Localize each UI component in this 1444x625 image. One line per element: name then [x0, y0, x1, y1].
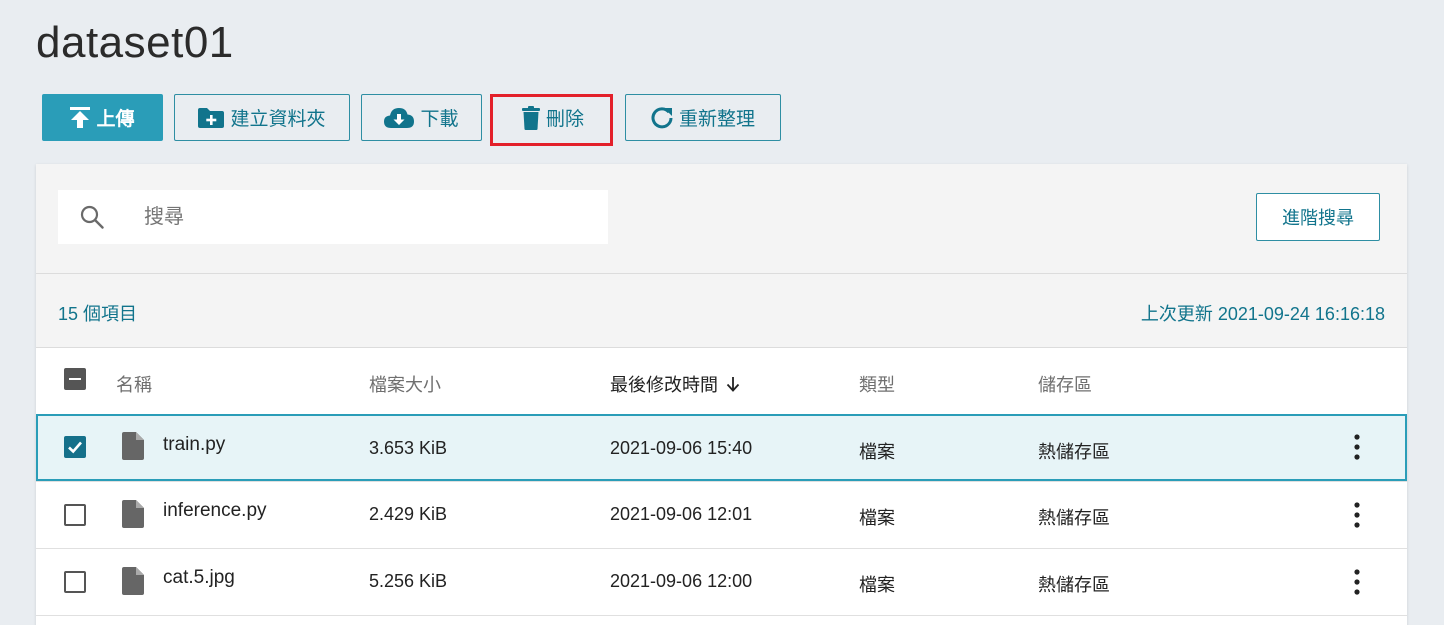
column-header-type[interactable]: 類型	[859, 371, 895, 397]
file-icon	[122, 567, 144, 595]
column-header-storage[interactable]: 儲存區	[1038, 371, 1092, 397]
search-input[interactable]	[142, 204, 566, 230]
file-type: 檔案	[859, 508, 895, 528]
sort-down-arrow-icon	[726, 377, 740, 392]
table-row[interactable]: train.py 3.653 KiB 2021-09-06 15:40 檔案 熱…	[36, 414, 1407, 481]
search-area: 進階搜尋	[36, 164, 1407, 274]
file-browser-page: dataset01 上傳 建立資料夾 下載 刪除 重新整理 搜尋 進階搜尋 15…	[0, 0, 1444, 625]
refresh-label: 重新整理	[678, 109, 755, 130]
table-header: 名稱 檔案大小 最後修改時間 類型 儲存區	[36, 348, 1407, 413]
select-all-checkbox[interactable]	[64, 368, 86, 390]
column-header-size[interactable]: 檔案大小	[369, 371, 441, 397]
more-options-icon[interactable]	[1354, 502, 1360, 528]
file-size: 2.429 KiB	[369, 504, 448, 524]
table-row[interactable]: inference.py 2.429 KiB 2021-09-06 12:01 …	[36, 481, 1407, 548]
folder-plus-icon	[198, 108, 225, 128]
new-folder-button[interactable]: 建立資料夾	[174, 94, 350, 141]
item-count: 15 個項目	[58, 304, 138, 324]
download-label: 下載	[420, 109, 459, 130]
file-modified: 2021-09-06 12:01	[610, 504, 753, 524]
upload-icon	[70, 106, 91, 128]
row-checkbox[interactable]	[64, 504, 86, 526]
file-type: 檔案	[859, 575, 895, 595]
more-options-icon[interactable]	[1354, 569, 1360, 595]
file-modified: 2021-09-06 12:00	[610, 571, 753, 591]
file-storage: 熱儲存區	[1038, 575, 1110, 595]
search-box	[58, 190, 608, 244]
last-updated: 上次更新 2021-09-24 16:16:18	[1140, 304, 1385, 324]
file-storage: 熱儲存區	[1038, 442, 1110, 462]
upload-label: 上傳	[96, 109, 135, 130]
file-list-card: 進階搜尋 15 個項目 上次更新 2021-09-24 16:16:18 名稱 …	[36, 164, 1407, 625]
upload-button[interactable]: 上傳	[42, 94, 163, 141]
file-size: 3.653 KiB	[369, 438, 448, 458]
file-size: 5.256 KiB	[369, 571, 448, 591]
trash-icon	[521, 105, 540, 130]
row-checkbox[interactable]	[64, 436, 86, 458]
advanced-search-button[interactable]: 進階搜尋	[1256, 193, 1380, 241]
more-options-icon[interactable]	[1354, 434, 1360, 460]
file-icon	[122, 500, 144, 528]
file-storage: 熱儲存區	[1038, 508, 1110, 528]
file-name[interactable]: train.py	[163, 434, 225, 456]
delete-label: 刪除	[545, 109, 584, 130]
file-icon	[122, 432, 144, 460]
info-bar: 15 個項目 上次更新 2021-09-24 16:16:18	[36, 274, 1407, 348]
column-header-name[interactable]: 名稱	[116, 371, 152, 397]
delete-button[interactable]: 刪除	[494, 94, 612, 141]
column-header-modified[interactable]: 最後修改時間	[610, 371, 740, 397]
file-name[interactable]: cat.5.jpg	[163, 567, 235, 589]
checkmark-icon	[68, 441, 82, 454]
search-icon	[80, 205, 104, 229]
file-type: 檔案	[859, 442, 895, 462]
page-title: dataset01	[36, 18, 234, 67]
table-row-partial	[36, 615, 1407, 625]
column-header-modified-label: 最後修改時間	[610, 375, 718, 395]
download-button[interactable]: 下載	[361, 94, 482, 141]
refresh-icon	[651, 106, 673, 128]
table-row[interactable]: cat.5.jpg 5.256 KiB 2021-09-06 12:00 檔案 …	[36, 548, 1407, 615]
file-modified: 2021-09-06 15:40	[610, 438, 753, 458]
new-folder-label: 建立資料夾	[230, 109, 326, 130]
row-checkbox[interactable]	[64, 571, 86, 593]
cloud-download-icon	[384, 107, 415, 128]
refresh-button[interactable]: 重新整理	[625, 94, 781, 141]
file-name[interactable]: inference.py	[163, 500, 267, 522]
